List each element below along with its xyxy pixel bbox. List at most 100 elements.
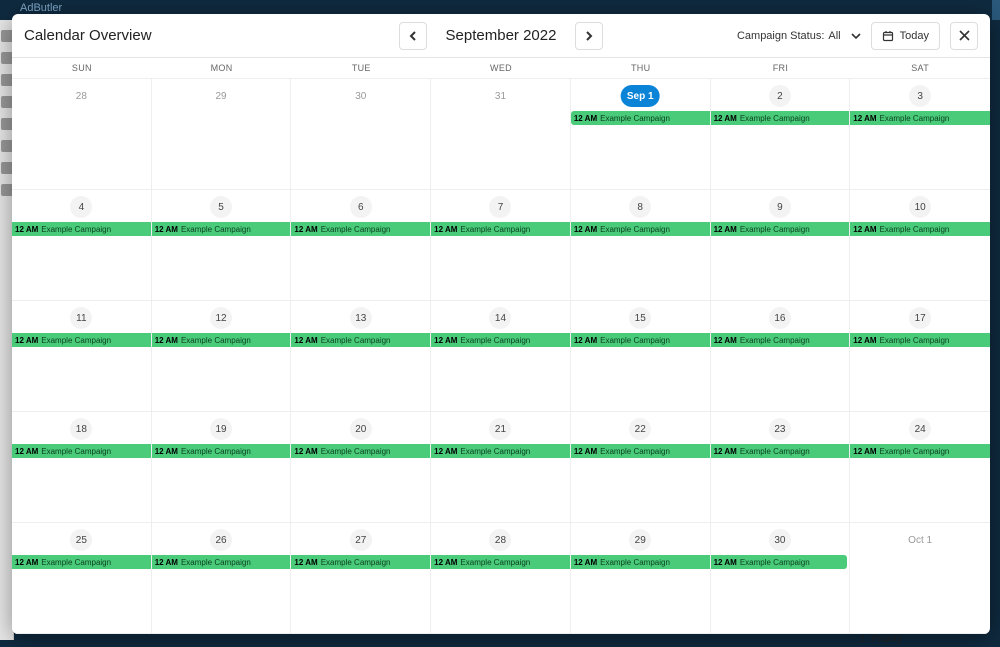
calendar-icon xyxy=(882,30,894,42)
calendar-event[interactable]: 12 AMExample Campaign xyxy=(571,333,710,347)
calendar-cell[interactable]: 3012 AMExample Campaign xyxy=(711,523,851,634)
calendar-event[interactable]: 12 AMExample Campaign xyxy=(431,444,570,458)
calendar-event[interactable]: 12 AMExample Campaign xyxy=(291,222,430,236)
calendar-cell[interactable]: 2312 AMExample Campaign xyxy=(711,412,851,523)
calendar-event[interactable]: 12 AMExample Campaign xyxy=(571,222,710,236)
event-time: 12 AM xyxy=(15,447,38,456)
calendar-cell[interactable]: 2612 AMExample Campaign xyxy=(152,523,292,634)
calendar-event[interactable]: 12 AMExample Campaign xyxy=(431,222,570,236)
calendar-cell[interactable]: 2412 AMExample Campaign xyxy=(850,412,990,523)
day-number: 12 xyxy=(210,307,232,329)
calendar-event[interactable]: 12 AMExample Campaign xyxy=(711,444,850,458)
calendar-event[interactable]: 12 AMExample Campaign xyxy=(291,555,430,569)
next-month-button[interactable] xyxy=(575,22,603,50)
event-title: Example Campaign xyxy=(600,225,670,234)
calendar-cell[interactable]: 1412 AMExample Campaign xyxy=(431,301,571,412)
calendar-cell[interactable]: 2212 AMExample Campaign xyxy=(571,412,711,523)
calendar-cell[interactable]: 2812 AMExample Campaign xyxy=(431,523,571,634)
day-number: 15 xyxy=(629,307,651,329)
calendar-event[interactable]: 12 AMExample Campaign xyxy=(12,555,151,569)
calendar-cell[interactable]: 812 AMExample Campaign xyxy=(571,190,711,301)
calendar-cell[interactable]: 412 AMExample Campaign xyxy=(12,190,152,301)
calendar-event[interactable]: 12 AMExample Campaign xyxy=(291,333,430,347)
calendar-cell[interactable]: 912 AMExample Campaign xyxy=(711,190,851,301)
calendar-cell[interactable]: 30 xyxy=(291,79,431,190)
calendar-modal: Calendar Overview September 2022 Campaig… xyxy=(12,14,990,634)
day-number: 30 xyxy=(351,85,370,107)
calendar-cell[interactable]: 2112 AMExample Campaign xyxy=(431,412,571,523)
event-title: Example Campaign xyxy=(880,336,950,345)
calendar-cell[interactable]: 1312 AMExample Campaign xyxy=(291,301,431,412)
calendar-event[interactable]: 12 AMExample Campaign xyxy=(152,555,291,569)
event-time: 12 AM xyxy=(853,336,876,345)
event-time: 12 AM xyxy=(434,447,457,456)
calendar-event[interactable]: 12 AMExample Campaign xyxy=(291,444,430,458)
calendar-event[interactable]: 12 AMExample Campaign xyxy=(711,111,850,125)
calendar-event[interactable]: 12 AM Example Campaign xyxy=(850,333,990,347)
calendar-cell[interactable]: 1112 AMExample Campaign xyxy=(12,301,152,412)
calendar-event[interactable]: 12 AMExample Campaign xyxy=(152,222,291,236)
calendar-event[interactable]: 12 AMExample Campaign xyxy=(571,555,710,569)
calendar-cell[interactable]: 1712 AMExample Campaign xyxy=(850,301,990,412)
calendar-cell[interactable]: 29 xyxy=(152,79,292,190)
calendar-event[interactable]: 12 AMExample Campaign xyxy=(571,444,710,458)
calendar-cell[interactable]: 512 AMExample Campaign xyxy=(152,190,292,301)
calendar-event[interactable]: 12 AMExample Campaign xyxy=(152,444,291,458)
event-title: Example Campaign xyxy=(740,447,810,456)
event-title: Example Campaign xyxy=(460,225,530,234)
day-number: 2 xyxy=(769,85,791,107)
calendar-cell[interactable]: 28 xyxy=(12,79,152,190)
calendar-cell[interactable]: 2712 AMExample Campaign xyxy=(291,523,431,634)
today-button[interactable]: Today xyxy=(871,22,940,50)
event-title: Example Campaign xyxy=(41,336,111,345)
day-number: Oct 1 xyxy=(904,529,936,551)
event-title: Example Campaign xyxy=(41,558,111,567)
calendar-cell[interactable]: Oct 1 xyxy=(850,523,990,634)
calendar-event[interactable]: 12 AMExample Campaign xyxy=(711,222,850,236)
event-title: Example Campaign xyxy=(600,447,670,456)
day-number: 31 xyxy=(491,85,510,107)
day-number: 16 xyxy=(769,307,791,329)
calendar-cell[interactable]: 1812 AMExample Campaign xyxy=(12,412,152,523)
calendar-event[interactable]: 12 AMExample Campaign xyxy=(12,222,151,236)
calendar-event[interactable]: 12 AMExample Campaign xyxy=(431,555,570,569)
calendar-cell[interactable]: 29 12 AMExample Campaign xyxy=(571,523,711,634)
day-number: 29 xyxy=(629,529,651,551)
calendar-cell[interactable]: Sep 112 AMExample Campaign xyxy=(571,79,711,190)
event-time: 12 AM xyxy=(294,225,317,234)
calendar-cell[interactable]: 2012 AMExample Campaign xyxy=(291,412,431,523)
calendar-cell[interactable]: 12 12 AMExample Campaign xyxy=(152,301,292,412)
calendar-cell[interactable]: 312 AMExample Campaign xyxy=(850,79,990,190)
event-time: 12 AM xyxy=(15,225,38,234)
calendar-cell[interactable]: 31 xyxy=(431,79,571,190)
day-of-week-label: TUE xyxy=(291,58,431,78)
calendar-cell[interactable]: 1012 AMExample Campaign xyxy=(850,190,990,301)
calendar-event[interactable]: 12 AMExample Campaign xyxy=(431,333,570,347)
calendar-event[interactable]: 12 AMExample Campaign xyxy=(850,111,990,125)
day-of-week-label: FRI xyxy=(711,58,851,78)
calendar-event[interactable]: 12 AMExample Campaign xyxy=(571,111,710,125)
event-time: 12 AM xyxy=(714,558,737,567)
calendar-event[interactable]: 12 AMExample Campaign xyxy=(850,444,990,458)
background-priority-text: 1. Priority xyxy=(860,634,902,645)
calendar-cell[interactable]: 2 12 AMExample Campaign xyxy=(711,79,851,190)
prev-month-button[interactable] xyxy=(399,22,427,50)
calendar-cell[interactable]: 15 12 AMExample Campaign xyxy=(571,301,711,412)
calendar-cell[interactable]: 712 AMExample Campaign xyxy=(431,190,571,301)
header-right-controls: Campaign Status: All Today xyxy=(737,22,978,50)
campaign-status-filter[interactable]: Campaign Status: All xyxy=(737,30,861,42)
calendar-event[interactable]: 12 AMExample Campaign xyxy=(711,555,848,569)
calendar-cell[interactable]: 1912 AMExample Campaign xyxy=(152,412,292,523)
calendar-event[interactable]: 12 AMExample Campaign xyxy=(711,333,850,347)
calendar-event[interactable]: 12 AMExample Campaign xyxy=(12,333,151,347)
calendar-cell[interactable]: 2512 AMExample Campaign xyxy=(12,523,152,634)
calendar-cell[interactable]: 16 12 AMExample Campaign xyxy=(711,301,851,412)
calendar-event[interactable]: 12 AMExample Campaign xyxy=(850,222,990,236)
modal-title: Calendar Overview xyxy=(24,27,152,44)
calendar-cell[interactable]: 612 AMExample Campaign xyxy=(291,190,431,301)
close-button[interactable] xyxy=(950,22,978,50)
calendar-event[interactable]: 12 AMExample Campaign xyxy=(152,333,291,347)
day-number: 29 xyxy=(212,85,231,107)
calendar-event[interactable]: 12 AMExample Campaign xyxy=(12,444,151,458)
day-of-week-label: THU xyxy=(571,58,711,78)
